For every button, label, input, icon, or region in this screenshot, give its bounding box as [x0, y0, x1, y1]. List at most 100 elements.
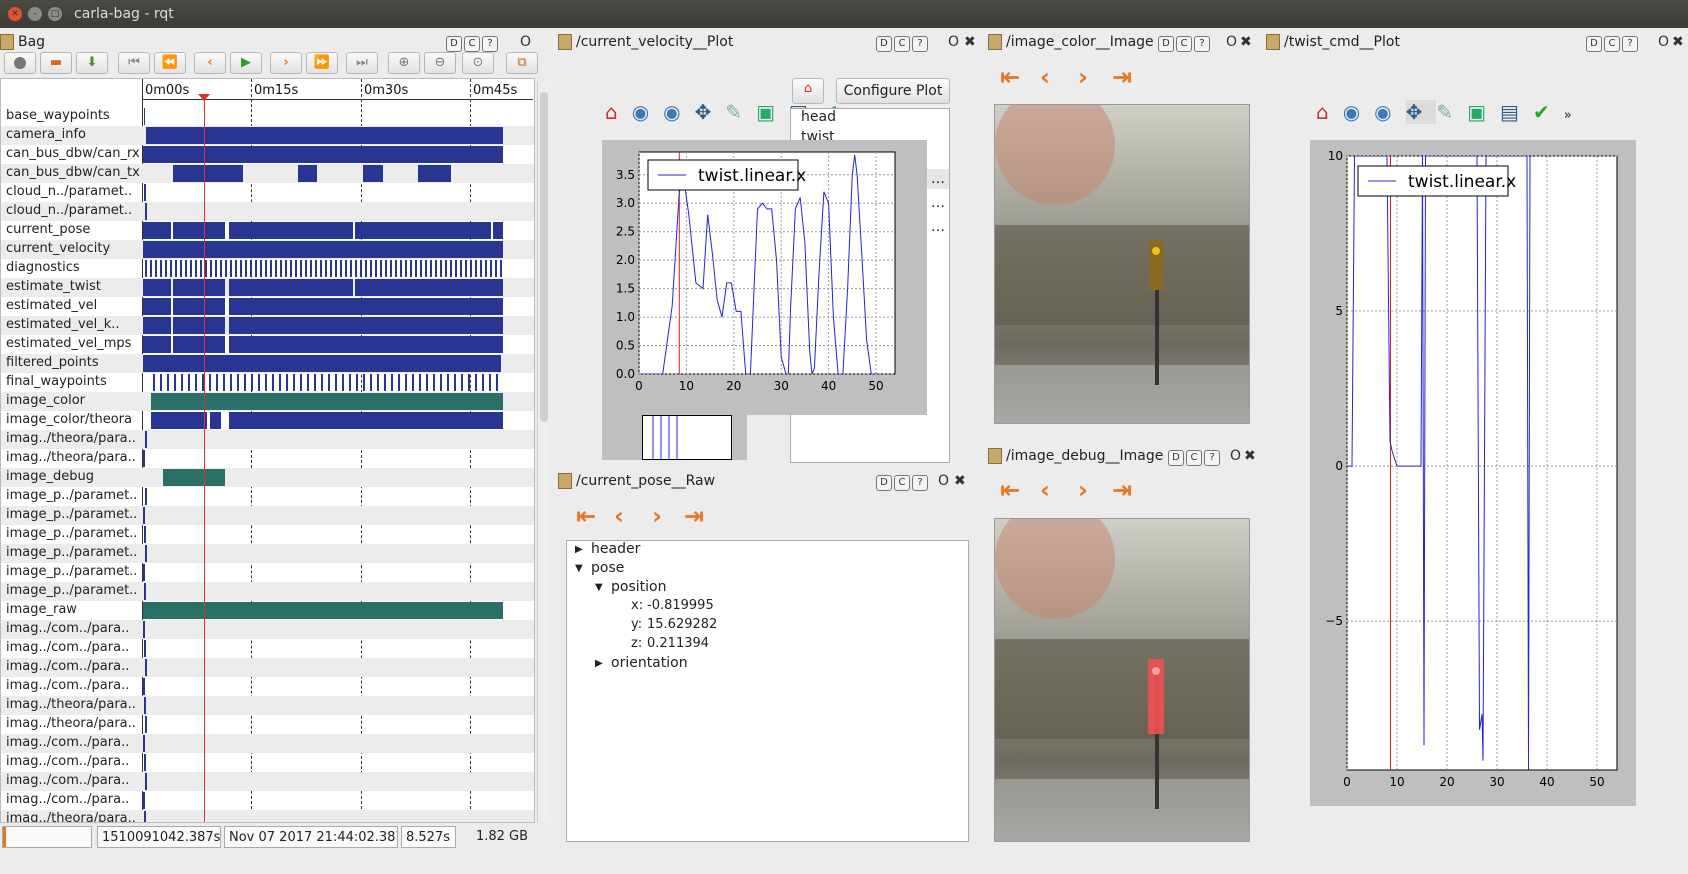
topic-row[interactable]: final_waypoints — [1, 373, 534, 392]
topic-track[interactable] — [143, 431, 533, 448]
float-icon[interactable]: O — [1226, 34, 1237, 50]
faster-backward-button[interactable]: ⏪ — [154, 52, 186, 74]
topic-track[interactable] — [143, 621, 533, 638]
topic-track[interactable] — [143, 792, 533, 809]
close-icon[interactable]: ✖ — [1240, 34, 1252, 50]
topic-row[interactable]: estimated_vel_mps — [1, 335, 534, 354]
topic-row[interactable]: imag../theora/para.. — [1, 810, 534, 822]
topic-track[interactable] — [143, 336, 533, 353]
record-button[interactable] — [4, 52, 36, 74]
topic-track[interactable] — [143, 374, 533, 391]
topic-track[interactable] — [143, 716, 533, 733]
tree-item-header[interactable]: header — [591, 541, 640, 557]
end-button[interactable]: ⏭ — [346, 52, 378, 74]
begin-button[interactable]: ⏮ — [118, 52, 150, 74]
topic-row[interactable]: estimated_vel_k.. — [1, 316, 534, 335]
topic-row[interactable]: imag../com../para.. — [1, 677, 534, 696]
topic-row[interactable]: can_bus_dbw/can_tx — [1, 164, 534, 183]
zoom-in-button[interactable]: ⊕ — [388, 52, 420, 74]
twist-toolbar[interactable]: ⌂◉◉✥✎▣▤✔» — [1316, 100, 1586, 124]
topic-row[interactable]: image_p../paramet.. — [1, 544, 534, 563]
topic-row[interactable]: imag../com../para.. — [1, 734, 534, 753]
topic-track[interactable] — [143, 165, 533, 182]
topic-track[interactable] — [143, 564, 533, 581]
topic-track[interactable] — [143, 222, 533, 239]
float-icon[interactable]: O — [1230, 448, 1241, 464]
topic-row[interactable]: imag../theora/para.. — [1, 715, 534, 734]
topic-row[interactable]: camera_info — [1, 126, 534, 145]
close-window-icon[interactable]: ✕ — [8, 7, 22, 21]
velocity-plot[interactable]: 0 10 20 30 40 50 0.0 0.5 1.0 1.5 2.0 2.5 3.0 3.5 twist… — [602, 140, 927, 415]
topic-track[interactable] — [143, 811, 533, 822]
load-bag-button[interactable]: ▬ — [40, 52, 72, 74]
faster-forward-button[interactable]: ⏩ — [306, 52, 338, 74]
topic-row[interactable]: image_p../paramet.. — [1, 563, 534, 582]
topic-row[interactable]: current_pose — [1, 221, 534, 240]
topic-row[interactable]: imag../com../para.. — [1, 772, 534, 791]
topic-row[interactable]: current_velocity — [1, 240, 534, 259]
play-button[interactable]: ▶ — [230, 52, 262, 74]
close-icon[interactable]: ✖ — [964, 34, 976, 50]
prev-frame-icon[interactable]: ‹ — [1040, 478, 1050, 502]
topic-track[interactable] — [143, 241, 533, 258]
pane-controls[interactable]: D C? — [1158, 34, 1214, 52]
topic-row[interactable]: imag../theora/para.. — [1, 696, 534, 715]
topic-track[interactable] — [143, 450, 533, 467]
topic-track[interactable] — [143, 108, 533, 125]
export-button[interactable]: ⧉ — [506, 52, 538, 74]
bag-timeline[interactable]: 0m00s 0m15s 0m30s 0m45s base_waypoints ca… — [0, 78, 535, 823]
pane-controls[interactable]: D C? — [876, 34, 932, 52]
topic-row[interactable]: imag../com../para.. — [1, 639, 534, 658]
topic-row[interactable]: image_debug — [1, 468, 534, 487]
prev-frame-icon[interactable]: ‹ — [1040, 65, 1050, 89]
pose-tree[interactable]: ▶ header ▼ pose ▼ position x: -0.819995 y: 15… — [566, 540, 969, 842]
topic-track[interactable] — [143, 355, 533, 372]
next-frame-icon[interactable]: › — [1078, 478, 1088, 502]
topic-track[interactable] — [143, 773, 533, 790]
topic-track[interactable] — [143, 640, 533, 657]
maximize-window-icon[interactable]: □ — [48, 7, 62, 21]
last-frame-icon[interactable]: ⇥ — [1112, 65, 1132, 89]
close-icon[interactable]: ✖ — [1244, 448, 1256, 464]
topic-row[interactable]: estimated_vel — [1, 297, 534, 316]
topic-track[interactable] — [143, 602, 533, 619]
close-icon[interactable]: ✖ — [954, 473, 966, 489]
float-icon[interactable]: O — [520, 34, 531, 50]
topic-row[interactable]: imag../theora/para.. — [1, 449, 534, 468]
first-frame-icon[interactable]: ⇤ — [1000, 65, 1020, 89]
topic-row[interactable]: estimate_twist — [1, 278, 534, 297]
pane-controls[interactable]: D C? — [876, 473, 932, 491]
pane-controls[interactable]: D C? — [446, 34, 502, 52]
next-frame-icon[interactable]: › — [1078, 65, 1088, 89]
step-forward-button[interactable]: › — [270, 52, 302, 74]
tree-item-head[interactable]: head — [801, 109, 836, 125]
tree-item-orientation[interactable]: orientation — [611, 655, 688, 671]
topic-track[interactable] — [143, 526, 533, 543]
topic-track[interactable] — [143, 127, 533, 144]
playhead-marker-icon[interactable] — [198, 94, 210, 101]
pane-controls[interactable]: D C? — [1586, 34, 1642, 52]
topic-track[interactable] — [143, 488, 533, 505]
topic-track[interactable] — [143, 697, 533, 714]
topic-track[interactable] — [143, 317, 533, 334]
step-back-button[interactable]: ‹ — [194, 52, 226, 74]
topic-track[interactable] — [143, 735, 533, 752]
topic-row[interactable]: imag../com../para.. — [1, 620, 534, 639]
topic-track[interactable] — [143, 659, 533, 676]
float-icon[interactable]: O — [948, 34, 959, 50]
topic-track[interactable] — [143, 298, 533, 315]
topic-track[interactable] — [143, 146, 533, 163]
topic-track[interactable] — [143, 260, 533, 277]
topic-track[interactable] — [143, 203, 533, 220]
last-frame-icon[interactable]: ⇥ — [1112, 478, 1132, 502]
tree-item-pose[interactable]: pose — [591, 560, 624, 576]
float-icon[interactable]: O — [1658, 34, 1669, 50]
topic-row[interactable]: image_p../paramet.. — [1, 525, 534, 544]
topic-row[interactable]: image_p../paramet.. — [1, 506, 534, 525]
topic-row[interactable]: cloud_n../paramet.. — [1, 202, 534, 221]
last-frame-icon[interactable]: ⇥ — [684, 504, 704, 528]
topic-track[interactable] — [143, 469, 533, 486]
topic-track[interactable] — [143, 678, 533, 695]
topic-row[interactable]: image_color/theora — [1, 411, 534, 430]
save-bag-button[interactable]: ⬇ — [76, 52, 108, 74]
